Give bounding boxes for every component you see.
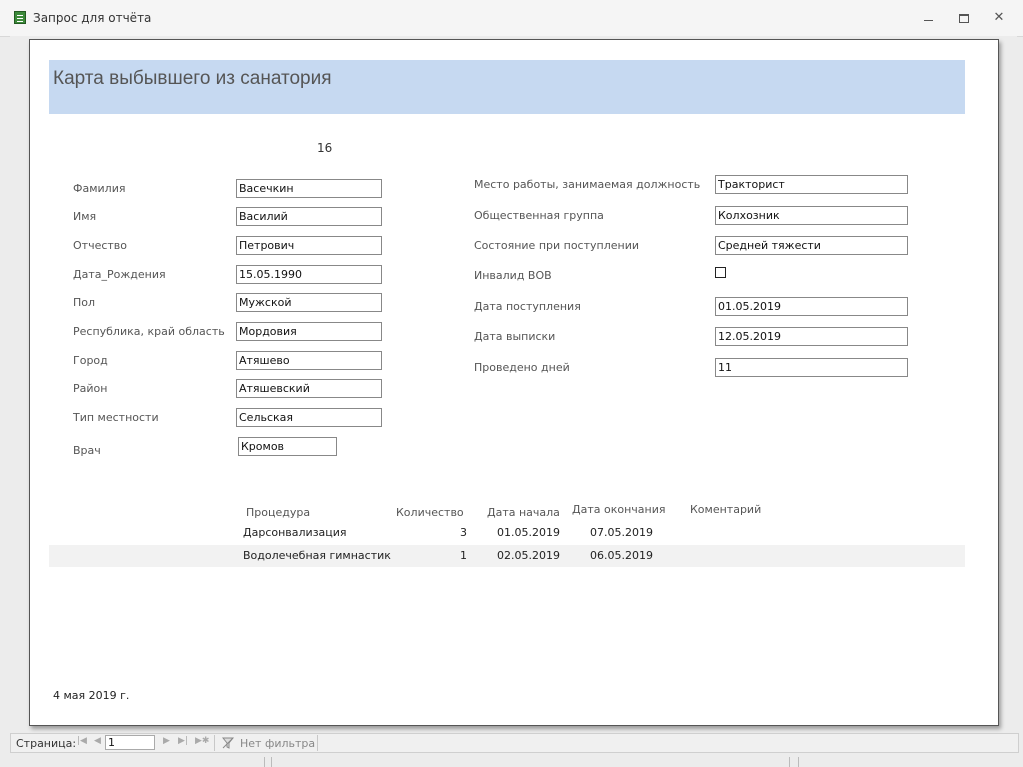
new-record-button[interactable]: ▶✱	[195, 736, 209, 746]
status-separator	[271, 757, 272, 767]
war-invalid-checkbox	[715, 267, 726, 278]
end-date-cell: 06.05.2019	[590, 549, 653, 562]
report-view[interactable]: Карта выбывшего из санатория 16 Фамилия …	[10, 36, 1017, 731]
window-title: Запрос для отчёта	[33, 11, 152, 25]
page-label: Страница:	[16, 737, 77, 750]
field-label-locality-type: Тип местности	[73, 411, 159, 424]
procedure-cell: Водолечебная гимнастик	[243, 549, 391, 562]
page-number-input[interactable]: 1	[105, 735, 155, 750]
field-label-days-spent: Проведено дней	[474, 361, 570, 374]
column-header-start-date: Дата начала	[487, 506, 560, 519]
field-label-war-invalid: Инвалид ВОВ	[474, 269, 552, 282]
status-separator	[264, 757, 265, 767]
field-label-doctor: Врач	[73, 444, 101, 457]
minimize-icon	[923, 20, 933, 21]
column-header-end-date: Дата окончания	[572, 503, 666, 516]
field-label-district: Район	[73, 382, 108, 395]
field-value-workplace: Тракторист	[715, 175, 908, 194]
start-date-cell: 01.05.2019	[497, 526, 560, 539]
field-value-surname: Васечкин	[236, 179, 382, 198]
report-header: Карта выбывшего из санатория	[49, 60, 965, 114]
new-record-icon: ▶✱	[195, 736, 210, 746]
procedure-cell: Дарсонвализация	[243, 526, 347, 539]
status-separator	[798, 757, 799, 767]
restore-button[interactable]	[954, 9, 974, 27]
field-value-days-spent: 11	[715, 358, 908, 377]
field-value-birth-date: 15.05.1990	[236, 265, 382, 284]
filter-status[interactable]: Нет фильтра	[240, 737, 315, 750]
first-record-icon: |◀	[77, 736, 87, 746]
status-separator	[789, 757, 790, 767]
field-value-district: Атяшевский	[236, 379, 382, 398]
field-value-doctor: Кромов	[238, 437, 337, 456]
field-value-social-group: Колхозник	[715, 206, 908, 225]
minimize-button[interactable]	[918, 9, 938, 27]
restore-icon	[959, 14, 969, 23]
field-value-region: Мордовия	[236, 322, 382, 341]
count-cell: 3	[460, 526, 467, 539]
table-row: Дарсонвализация 3 01.05.2019 07.05.2019	[49, 522, 965, 544]
first-page-button[interactable]: |◀	[77, 736, 87, 746]
field-label-sex: Пол	[73, 296, 96, 309]
field-value-locality-type: Сельская	[236, 408, 382, 427]
close-icon: ✕	[993, 10, 1005, 25]
record-id: 16	[317, 141, 333, 155]
column-header-count: Количество	[396, 506, 464, 519]
field-label-city: Город	[73, 354, 108, 367]
field-label-discharge-date: Дата выписки	[474, 330, 556, 343]
column-header-comment: Коментарий	[690, 503, 762, 516]
field-label-patronymic: Отчество	[73, 239, 128, 252]
field-value-discharge-date: 12.05.2019	[715, 327, 908, 346]
field-label-region: Республика, край область	[73, 325, 225, 338]
separator	[317, 735, 318, 751]
report-icon	[14, 11, 26, 24]
field-value-name: Василий	[236, 207, 382, 226]
prev-page-button[interactable]: ◀	[94, 736, 101, 746]
next-page-button[interactable]: ▶	[163, 736, 170, 746]
start-date-cell: 02.05.2019	[497, 549, 560, 562]
count-cell: 1	[460, 549, 467, 562]
close-button[interactable]: ✕	[989, 9, 1009, 27]
field-value-sex: Мужской	[236, 293, 382, 312]
next-record-icon: ▶	[163, 736, 170, 746]
report-title: Карта выбывшего из санатория	[53, 68, 332, 89]
column-header-procedure: Процедура	[246, 506, 311, 519]
record-navigation-bar: Страница: |◀ ◀ 1 ▶ ▶| ▶✱ Нет фильтра	[10, 733, 1019, 753]
field-label-admission-state: Состояние при поступлении	[474, 239, 640, 252]
field-label-surname: Фамилия	[73, 182, 126, 195]
field-label-admission-date: Дата поступления	[474, 300, 581, 313]
last-page-button[interactable]: ▶|	[178, 736, 188, 746]
field-label-name: Имя	[73, 210, 97, 223]
field-label-workplace: Место работы, занимаемая должность	[474, 178, 701, 191]
prev-record-icon: ◀	[94, 736, 101, 746]
end-date-cell: 07.05.2019	[590, 526, 653, 539]
status-bar	[0, 755, 1023, 767]
field-value-admission-state: Средней тяжести	[715, 236, 908, 255]
report-page: Карта выбывшего из санатория 16 Фамилия …	[29, 39, 999, 726]
title-bar: Запрос для отчёта ✕	[0, 0, 1023, 37]
report-footer-date: 4 мая 2019 г.	[53, 689, 130, 702]
field-value-city: Атяшево	[236, 351, 382, 370]
field-label-birth-date: Дата_Рождения	[73, 268, 166, 281]
filter-off-icon[interactable]	[222, 737, 234, 749]
last-record-icon: ▶|	[178, 736, 188, 746]
field-value-admission-date: 01.05.2019	[715, 297, 908, 316]
field-value-patronymic: Петрович	[236, 236, 382, 255]
separator	[214, 735, 215, 751]
field-label-social-group: Общественная группа	[474, 209, 604, 222]
table-row: Водолечебная гимнастик 1 02.05.2019 06.0…	[49, 545, 965, 567]
